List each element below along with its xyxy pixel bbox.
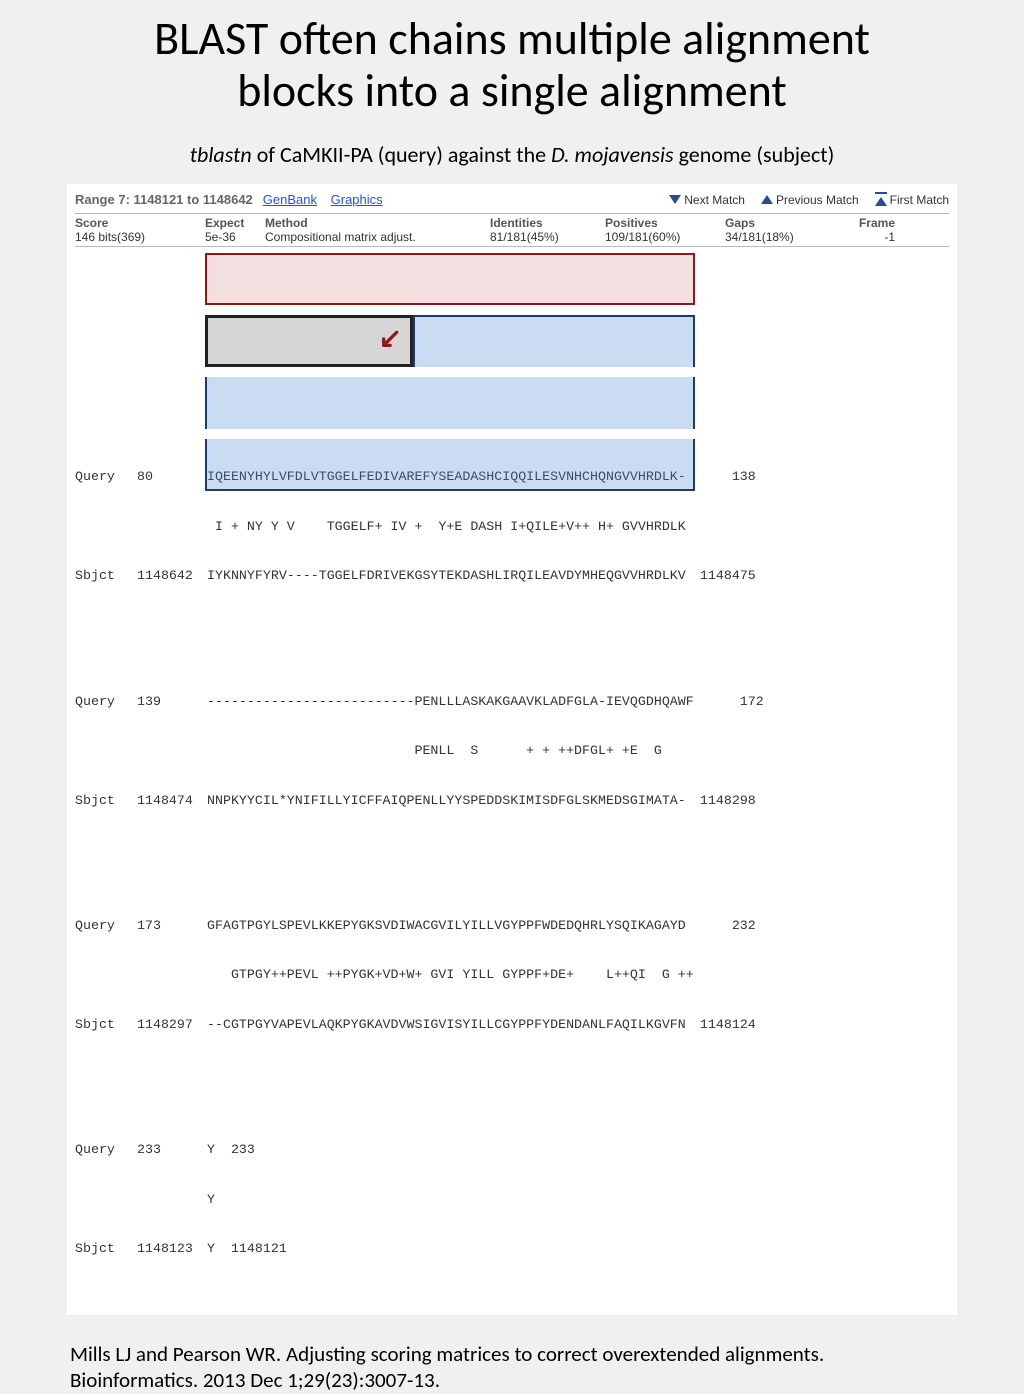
align-match-row: PENLL S + + ++DFGL+ +E G xyxy=(75,743,949,759)
divider xyxy=(75,246,949,247)
subtitle-italic-1: tblastn xyxy=(190,141,252,168)
query-end: 138 xyxy=(686,469,756,485)
next-match-label: Next Match xyxy=(684,193,745,207)
align-subject-row: Sbjct 1148642 IYKNNYFYRV----TGGELFDRIVEK… xyxy=(75,568,949,584)
align-match-row: I + NY Y V TGGELF+ IV + Y+E DASH I+QILE+… xyxy=(75,519,949,535)
graphics-link[interactable]: Graphics xyxy=(331,192,383,207)
subject-end: 1148475 xyxy=(686,568,756,584)
hdr-score: Score xyxy=(75,216,205,230)
align-subject-row: Sbjct 1148297 --CGTPGYVAPEVLAQKPYGKAVDVW… xyxy=(75,1017,949,1033)
match-seq: I + NY Y V TGGELF+ IV + Y+E DASH I+QILE+… xyxy=(207,519,694,535)
hdr-frame: Frame xyxy=(835,216,895,230)
val-frame: -1 xyxy=(835,230,895,244)
highlight-blue-2 xyxy=(205,377,695,429)
query-label: Query xyxy=(75,469,137,485)
query-seq: IQEENYHYLVFDLVTGGELFEDIVAREFYSEADASHCIQQ… xyxy=(207,469,686,485)
citation-text: Mills LJ and Pearson WR. Adjusting scori… xyxy=(26,1341,998,1394)
blast-result-panel: Range 7: 1148121 to 1148642 GenBank Grap… xyxy=(67,184,957,1315)
subject-start: 1148642 xyxy=(137,568,207,584)
subject-seq: IYKNNYFYRV----TGGELFDRIVEKGSYTEKDASHLIRQ… xyxy=(207,568,686,584)
slide-title: BLAST often chains multiple alignment bl… xyxy=(26,14,998,117)
highlight-grey xyxy=(205,315,413,367)
genbank-link[interactable]: GenBank xyxy=(263,192,317,207)
previous-match-button[interactable]: Previous Match xyxy=(761,193,859,207)
stats-header-row: Score Expect Method Identities Positives… xyxy=(75,216,949,230)
align-match-row: GTPGY++PEVL ++PYGK+VD+W+ GVI YILL GYPPF+… xyxy=(75,967,949,983)
align-match-row: Y xyxy=(75,1192,949,1208)
range-label: Range 7: 1148121 to 1148642 xyxy=(75,192,253,207)
arrow-icon xyxy=(311,311,337,337)
val-expect: 5e-36 xyxy=(205,230,265,244)
next-match-button[interactable]: Next Match xyxy=(669,193,745,207)
previous-match-label: Previous Match xyxy=(776,193,859,207)
val-identities: 81/181(45%) xyxy=(490,230,605,244)
align-subject-row: Sbjct 1148123 Y 1148121 xyxy=(75,1241,949,1257)
slide-subtitle: tblastn of CaMKII-PA (query) against the… xyxy=(26,141,998,168)
highlight-red xyxy=(205,253,695,305)
hdr-expect: Expect xyxy=(205,216,265,230)
align-query-row: Query 80 IQEENYHYLVFDLVTGGELFEDIVAREFYSE… xyxy=(75,469,949,485)
hdr-gaps: Gaps xyxy=(725,216,835,230)
hdr-method: Method xyxy=(265,216,490,230)
val-method: Compositional matrix adjust. xyxy=(265,230,490,244)
align-query-row: Query 139 --------------------------PENL… xyxy=(75,694,949,710)
align-query-row: Query 173 GFAGTPGYLSPEVLKKEPYGKSVDIWACGV… xyxy=(75,918,949,934)
title-line-2: blocks into a single alignment xyxy=(237,63,787,119)
triangle-up-bar-icon xyxy=(875,194,887,206)
first-match-button[interactable]: First Match xyxy=(875,193,949,207)
stats-value-row: 146 bits(369) 5e-36 Compositional matrix… xyxy=(75,230,949,244)
subtitle-mid-1: of CaMKII-PA (query) against the xyxy=(252,141,551,168)
query-start: 80 xyxy=(137,469,207,485)
val-score: 146 bits(369) xyxy=(75,230,205,244)
triangle-up-icon xyxy=(761,195,773,204)
hdr-identities: Identities xyxy=(490,216,605,230)
val-positives: 109/181(60%) xyxy=(605,230,725,244)
title-line-1: BLAST often chains multiple alignment xyxy=(154,11,870,67)
align-subject-row: Sbjct 1148474 NNPKYYCIL*YNIFILLYICFFAIQP… xyxy=(75,793,949,809)
val-gaps: 34/181(18%) xyxy=(725,230,835,244)
range-row: Range 7: 1148121 to 1148642 GenBank Grap… xyxy=(75,190,949,211)
triangle-down-icon xyxy=(669,195,681,204)
hdr-positives: Positives xyxy=(605,216,725,230)
subject-label: Sbjct xyxy=(75,568,137,584)
align-query-row: Query 233 Y 233 xyxy=(75,1142,949,1158)
subtitle-italic-2: D. mojavensis xyxy=(551,141,674,168)
highlight-blue-1 xyxy=(413,315,695,367)
first-match-label: First Match xyxy=(890,193,949,207)
subtitle-mid-2: genome (subject) xyxy=(674,141,835,168)
divider xyxy=(75,213,949,214)
alignment-area: Query 80 IQEENYHYLVFDLVTGGELFEDIVAREFYSE… xyxy=(75,249,949,1307)
